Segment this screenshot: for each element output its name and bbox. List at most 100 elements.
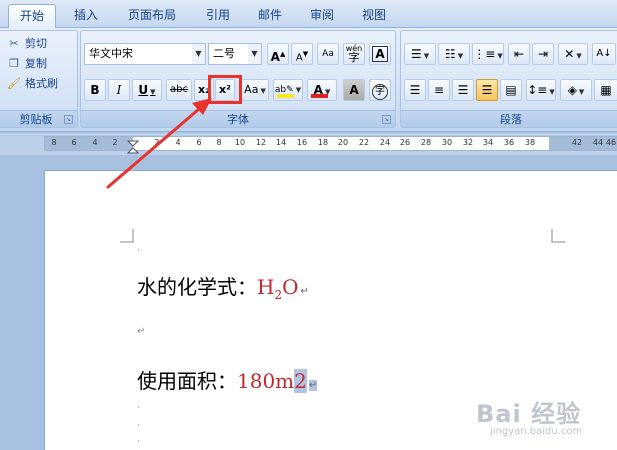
shading-button[interactable]: ◈ ▼	[560, 79, 592, 101]
ruler-left-margin	[45, 137, 133, 150]
chevron-down-icon: ▼	[578, 88, 585, 96]
chevron-down-icon: ▼	[423, 52, 430, 60]
chevron-down-icon: ▼	[295, 86, 302, 94]
copy-button[interactable]: ❐ 复制	[7, 55, 47, 73]
align-left-button[interactable]: ☰	[404, 79, 426, 101]
ruler-tick-label: 6	[71, 138, 77, 147]
tab-review[interactable]: 审阅	[302, 4, 342, 28]
shrink-font-label: A	[295, 52, 303, 64]
enclose-characters-button[interactable]: 字	[369, 79, 391, 101]
ribbon: ✂ 剪切 ❐ 复制 🖌 格式刷 剪贴板 ↘ 华文中宋 ▼ 二号 ▼ A▲ A▼ Aa …	[0, 28, 617, 132]
highlight-color-bar	[277, 94, 294, 98]
margin-corner-top-left	[120, 229, 134, 243]
font-name-value: 华文中宋	[89, 47, 133, 60]
change-case-button[interactable]: Aa ▼	[241, 79, 269, 101]
justify-button[interactable]: ☰	[476, 79, 498, 101]
distributed-icon: ▤	[505, 83, 517, 97]
clipboard-dialog-launcher[interactable]: ↘	[64, 115, 73, 124]
increase-indent-button[interactable]: ⇥	[532, 43, 554, 65]
font-color-button[interactable]: A ▼	[307, 79, 337, 101]
bullets-icon: ☰	[410, 47, 422, 61]
align-center-icon: ≡	[433, 83, 445, 97]
tab-home[interactable]: 开始	[8, 4, 56, 29]
character-border-button[interactable]: A	[369, 43, 391, 65]
text-highlight-button[interactable]: ab✎ ▼	[273, 79, 303, 101]
ruler-tick-label: 4	[92, 138, 98, 147]
distributed-button[interactable]: ▤	[500, 79, 522, 101]
ruler-tick-label: 20	[337, 138, 349, 147]
clear-formatting-button[interactable]: Aa	[317, 43, 339, 65]
ruler-tick-label: 2	[112, 138, 118, 147]
borders-button[interactable]: ▦	[594, 79, 617, 101]
ruler-tick-label: 38	[524, 138, 536, 147]
area-label: 使用面积：	[137, 369, 237, 393]
numbering-button[interactable]: ☷ ▼	[438, 43, 470, 65]
ruler-tick-label: 32	[462, 138, 474, 147]
ruler-tick-label: 18	[317, 138, 329, 147]
font-size-value: 二号	[213, 47, 235, 60]
enclose-characters-label: 字	[372, 84, 388, 100]
chinese-layout-button[interactable]: ✕ ▼	[558, 43, 588, 65]
tab-references[interactable]: 引用	[198, 4, 238, 28]
watermark-url: jingyan.baidu.com	[490, 426, 583, 437]
sort-button[interactable]: A↓	[592, 43, 616, 65]
brush-icon: 🖌	[7, 77, 21, 90]
copy-label: 复制	[25, 57, 47, 70]
ruler-tick-label: 42	[571, 138, 583, 147]
ruler-tick-label: 34	[482, 138, 494, 147]
underline-label: U	[138, 83, 149, 97]
bullets-button[interactable]: ☰ ▼	[404, 43, 436, 65]
ruler-tick-label: 28	[420, 138, 432, 147]
align-center-button[interactable]: ≡	[428, 79, 450, 101]
ruler-tick-label: 26	[399, 138, 411, 147]
area-value: 180m	[237, 369, 295, 393]
italic-button[interactable]: I	[108, 79, 130, 101]
align-right-icon: ☰	[457, 83, 469, 97]
paragraph-group: ☰ ▼ ☷ ▼ ⋮≡ ▼ ⇤ ⇥ ✕ ▼ A↓ ☰ ≡ ☰ ☰ ▤ ↕≡ ▼ ◈ ▼ ▦ 段…	[400, 30, 617, 128]
tab-view[interactable]: 视图	[354, 4, 394, 28]
formula-h: H	[257, 275, 275, 299]
chevron-down-icon: ▼	[497, 52, 503, 60]
decrease-indent-icon: ⇤	[513, 47, 525, 61]
format-painter-label: 格式刷	[25, 77, 58, 90]
font-size-dropdown[interactable]: 二号 ▼	[208, 43, 262, 65]
tab-insert[interactable]: 插入	[66, 4, 106, 28]
line-spacing-button[interactable]: ↕≡ ▼	[526, 79, 556, 101]
document-line-water-formula: 水的化学式：H2O ↵	[137, 271, 309, 302]
format-painter-button[interactable]: 🖌 格式刷	[7, 75, 58, 93]
ruler-tick-label: 22	[358, 138, 370, 147]
character-shading-button[interactable]: A	[343, 79, 365, 101]
line-spacing-icon: ↕≡	[527, 83, 548, 97]
decrease-indent-button[interactable]: ⇤	[508, 43, 530, 65]
formula-o: O	[282, 275, 299, 299]
phonetic-guide-button[interactable]: wén 字	[343, 43, 365, 65]
bold-button[interactable]: B	[84, 79, 106, 101]
grow-font-button[interactable]: A▲	[267, 43, 289, 65]
numbering-icon: ☷	[444, 47, 456, 61]
chevron-down-icon: ▼	[549, 88, 555, 96]
chevron-down-icon: ▼	[260, 87, 266, 95]
ribbon-tab-bar: 开始 插入 页面布局 引用 邮件 审阅 视图	[0, 0, 617, 29]
strikethrough-button[interactable]: abc	[166, 79, 192, 101]
underline-button[interactable]: U ▼	[132, 79, 162, 101]
paragraph-group-label: 段落	[401, 110, 617, 127]
ruler-tick-label: 6	[196, 138, 202, 147]
clear-formatting-label: Aa	[322, 49, 334, 59]
font-name-dropdown[interactable]: 华文中宋 ▼	[84, 43, 206, 65]
ruler-tick-label: 44	[592, 138, 604, 147]
selected-character: 2	[294, 369, 307, 393]
clipboard-group: ✂ 剪切 ❐ 复制 🖌 格式刷 剪贴板 ↘	[0, 30, 78, 128]
tab-mailings[interactable]: 邮件	[250, 4, 290, 28]
ruler-tick-label: 46	[605, 138, 617, 147]
change-case-label: Aa	[244, 83, 259, 96]
shrink-font-button[interactable]: A▼	[291, 43, 313, 65]
align-left-icon: ☰	[409, 83, 421, 97]
align-right-button[interactable]: ☰	[452, 79, 474, 101]
cut-button[interactable]: ✂ 剪切	[7, 35, 47, 53]
tab-page-layout[interactable]: 页面布局	[120, 4, 184, 28]
indent-marker[interactable]	[127, 140, 139, 156]
multilevel-list-button[interactable]: ⋮≡ ▼	[472, 43, 504, 65]
ruler-tick-label: 24	[379, 138, 391, 147]
font-dialog-launcher[interactable]: ↘	[382, 115, 391, 124]
chevron-down-icon: ▼	[457, 52, 464, 60]
